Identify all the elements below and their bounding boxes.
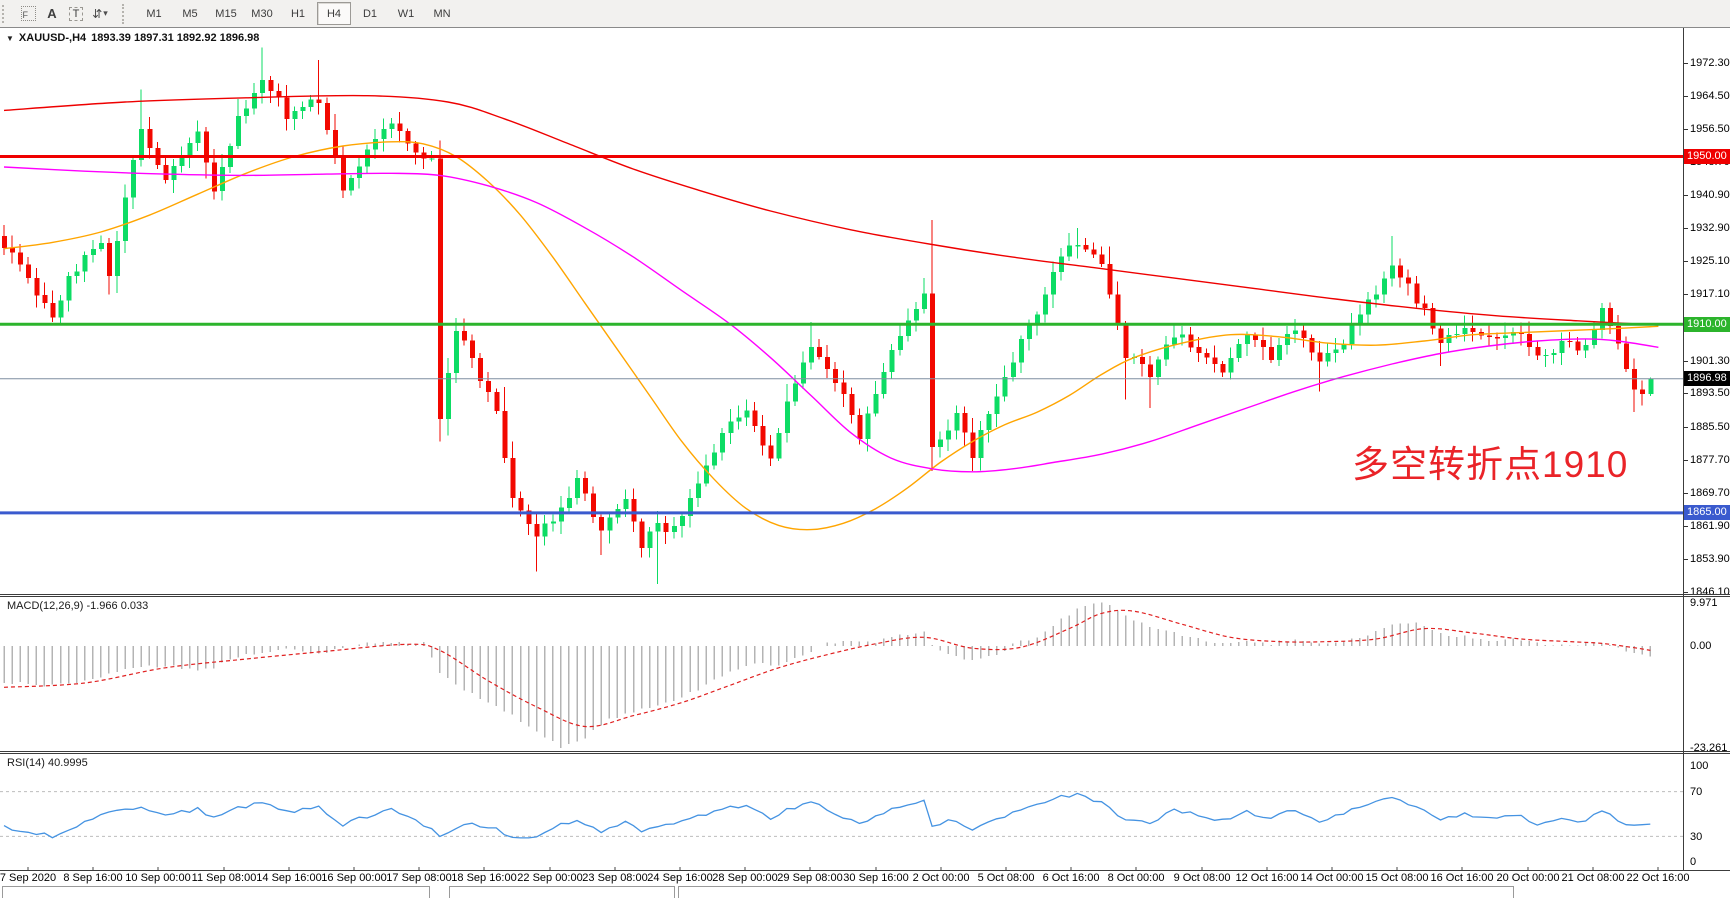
- date-axis-label: 17 Sep 08:00: [386, 872, 451, 884]
- symbol-dropdown-icon[interactable]: ▼: [6, 34, 14, 43]
- rsi-axis-label: 70: [1690, 786, 1702, 798]
- timeframe-w1[interactable]: W1: [389, 2, 423, 25]
- toolbar-drag-handle[interactable]: [2, 5, 12, 23]
- text-box-icon[interactable]: T: [65, 4, 87, 24]
- panel-separator: [0, 870, 1730, 871]
- panel-separator[interactable]: [0, 596, 1730, 597]
- date-axis-label: 14 Sep 16:00: [256, 872, 321, 884]
- date-axis-label: 2 Oct 00:00: [913, 872, 970, 884]
- timeframe-h1[interactable]: H1: [281, 2, 315, 25]
- date-axis-label: 22 Sep 00:00: [517, 872, 582, 884]
- date-axis-label: 10 Sep 00:00: [125, 872, 190, 884]
- status-panel[interactable]: [678, 886, 1514, 898]
- date-axis-label: 5 Oct 08:00: [978, 872, 1035, 884]
- toolbar-separator: [122, 4, 130, 24]
- panel-separator[interactable]: [0, 753, 1730, 754]
- timeframe-mn[interactable]: MN: [425, 2, 459, 25]
- timeframe-toolbar: M1M5M15M30H1H4D1W1MN: [136, 2, 460, 25]
- price-level-badge: 1910.00: [1683, 317, 1730, 332]
- timeframe-d1[interactable]: D1: [353, 2, 387, 25]
- price-axis-label: 1956.50: [1690, 123, 1730, 135]
- arrange-arrows-glyph: ⇵: [92, 7, 102, 21]
- date-axis-label: 11 Sep 08:00: [192, 872, 257, 884]
- timeframe-m30[interactable]: M30: [245, 2, 279, 25]
- macd-axis-label: 9.971: [1690, 597, 1718, 609]
- metatrader-window: F A T ⇵▾ M1M5M15M30H1H4D1W1MN ▼ XAUUSD-,…: [0, 0, 1730, 898]
- price-axis-label: 1869.70: [1690, 487, 1730, 499]
- text-box-glyph: T: [69, 7, 84, 21]
- price-axis-label: 1925.10: [1690, 255, 1730, 267]
- date-axis-label: 16 Sep 00:00: [321, 872, 386, 884]
- macd-axis-label: 0.00: [1690, 640, 1711, 652]
- current-price-badge: 1896.98: [1683, 371, 1730, 386]
- top-toolbar: F A T ⇵▾ M1M5M15M30H1H4D1W1MN: [0, 0, 1730, 28]
- price-axis-label: 1877.70: [1690, 454, 1730, 466]
- date-axis-label: 6 Oct 16:00: [1043, 872, 1100, 884]
- date-axis-label: 28 Sep 00:00: [712, 872, 777, 884]
- chart-annotation-text: 多空转折点1910: [1352, 434, 1628, 488]
- chart-title: ▼ XAUUSD-,H4 1893.39 1897.31 1892.92 189…: [6, 32, 259, 44]
- timeframe-m5[interactable]: M5: [173, 2, 207, 25]
- date-axis-label: 24 Sep 16:00: [647, 872, 712, 884]
- price-axis-label: 1932.90: [1690, 222, 1730, 234]
- date-axis-label: 30 Sep 16:00: [843, 872, 908, 884]
- date-axis-label: 8 Sep 16:00: [63, 872, 122, 884]
- status-panel[interactable]: [449, 886, 675, 898]
- panel-separator[interactable]: [0, 594, 1730, 595]
- date-axis-label: 7 Sep 2020: [0, 872, 56, 884]
- status-panel[interactable]: [2, 886, 430, 898]
- date-axis-label: 16 Oct 16:00: [1431, 872, 1494, 884]
- date-axis-label: 8 Oct 00:00: [1108, 872, 1165, 884]
- text-label-icon[interactable]: A: [41, 4, 63, 24]
- price-axis-label: 1885.50: [1690, 421, 1730, 433]
- dropdown-caret-icon: ▾: [103, 8, 108, 19]
- price-axis-label: 1893.50: [1690, 387, 1730, 399]
- macd-label: MACD(12,26,9) -1.966 0.033: [7, 600, 148, 612]
- price-axis-label: 1853.90: [1690, 553, 1730, 565]
- date-axis-label: 29 Sep 08:00: [777, 872, 842, 884]
- price-axis-label: 1901.30: [1690, 355, 1730, 367]
- price-level-badge: 1950.00: [1683, 149, 1730, 164]
- timeframe-m1[interactable]: M1: [137, 2, 171, 25]
- macd-indicator-chart[interactable]: [0, 597, 1683, 751]
- arrange-arrows-icon[interactable]: ⇵▾: [89, 4, 111, 24]
- timeframe-h4[interactable]: H4: [317, 2, 351, 25]
- date-axis-label: 14 Oct 00:00: [1301, 872, 1364, 884]
- price-axis-label: 1861.90: [1690, 520, 1730, 532]
- main-price-chart[interactable]: [0, 28, 1683, 594]
- rsi-label: RSI(14) 40.9995: [7, 757, 88, 769]
- date-axis-label: 23 Sep 08:00: [582, 872, 647, 884]
- timeframe-m15[interactable]: M15: [209, 2, 243, 25]
- price-axis-label: 1972.30: [1690, 57, 1730, 69]
- rsi-indicator-chart[interactable]: [0, 753, 1683, 870]
- price-level-badge: 1865.00: [1683, 505, 1730, 520]
- price-axis-label: 1940.90: [1690, 189, 1730, 201]
- date-axis-label: 9 Oct 08:00: [1174, 872, 1231, 884]
- date-axis-label: 21 Oct 08:00: [1562, 872, 1625, 884]
- date-axis-label: 22 Oct 16:00: [1627, 872, 1690, 884]
- chart-symbol-label: XAUUSD-,H4: [19, 32, 86, 44]
- date-axis-label: 12 Oct 16:00: [1236, 872, 1299, 884]
- price-axis-label: 1964.50: [1690, 90, 1730, 102]
- chart-ohlc-values: 1893.39 1897.31 1892.92 1896.98: [91, 32, 259, 44]
- rsi-axis-label: 0: [1690, 856, 1696, 868]
- rsi-axis-label: 100: [1690, 760, 1708, 772]
- axis-border: [1683, 28, 1684, 870]
- date-axis-label: 18 Sep 16:00: [451, 872, 516, 884]
- pointer-grid-glyph: F: [21, 6, 36, 21]
- pointer-grid-icon[interactable]: F: [17, 4, 39, 24]
- rsi-axis-label: 30: [1690, 831, 1702, 843]
- price-axis-label: 1917.10: [1690, 288, 1730, 300]
- panel-separator[interactable]: [0, 751, 1730, 752]
- date-axis-label: 15 Oct 08:00: [1366, 872, 1429, 884]
- date-axis-label: 20 Oct 00:00: [1497, 872, 1560, 884]
